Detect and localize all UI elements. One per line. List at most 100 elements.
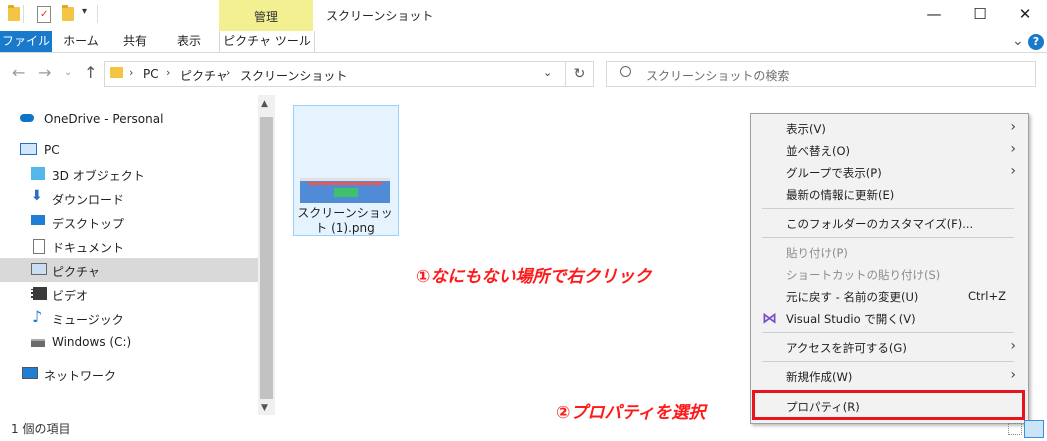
menu-separator xyxy=(762,361,1014,362)
large-icons-view-icon[interactable] xyxy=(1024,420,1044,438)
menu-item-label: 新規作成(W) xyxy=(786,370,853,384)
menu-item-give-access[interactable]: アクセスを許可する(G) › xyxy=(751,336,1026,358)
download-icon: ⬇ xyxy=(31,188,43,204)
menu-item-label: ショートカットの貼り付け(S) xyxy=(786,268,941,282)
nav-item-label: ビデオ xyxy=(52,289,89,303)
menu-item-label: 最新の情報に更新(E) xyxy=(786,188,895,202)
menu-item-paste: 貼り付け(P) xyxy=(751,241,1026,263)
cube-icon xyxy=(31,167,45,180)
minimize-icon: — xyxy=(926,5,942,23)
tab-file[interactable]: ファイル xyxy=(0,31,52,52)
nav-item-downloads[interactable]: ⬇ ダウンロード xyxy=(0,186,258,210)
menu-item-sort[interactable]: 並べ替え(O) › xyxy=(751,139,1026,161)
menu-item-group[interactable]: グループで表示(P) › xyxy=(751,161,1026,183)
nav-item-label: ネットワーク xyxy=(44,369,117,383)
menu-item-shortcut: Ctrl+Z xyxy=(968,289,1006,303)
maximize-button[interactable]: ☐ xyxy=(957,0,1003,31)
address-dropdown-button[interactable]: ⌄ xyxy=(543,66,552,79)
tab-share[interactable]: 共有 xyxy=(110,31,160,52)
folder-icon xyxy=(110,67,123,78)
breadcrumb-screenshots[interactable]: スクリーンショット xyxy=(240,67,347,84)
desktop-icon xyxy=(31,215,45,225)
help-icon[interactable]: ? xyxy=(1028,34,1044,50)
annotation-step2: ②プロパティを選択 xyxy=(556,403,706,423)
divider xyxy=(97,5,98,23)
annotation-highlight-box xyxy=(752,390,1025,420)
nav-item-label: デスクトップ xyxy=(52,217,125,231)
menu-item-paste-shortcut: ショートカットの貼り付け(S) xyxy=(751,263,1026,285)
close-button[interactable]: ✕ xyxy=(1003,0,1047,31)
scrollbar-thumb[interactable] xyxy=(260,117,273,399)
properties-icon[interactable]: ✓ xyxy=(37,6,51,23)
menu-item-view[interactable]: 表示(V) › xyxy=(751,117,1026,139)
menu-item-undo-rename[interactable]: 元に戻す - 名前の変更(U) Ctrl+Z xyxy=(751,285,1026,307)
breadcrumb-pictures[interactable]: ピクチャ xyxy=(180,67,228,84)
nav-item-label: ダウンロード xyxy=(52,193,125,207)
back-button[interactable]: ← xyxy=(12,63,25,82)
scroll-down-arrow[interactable]: ▼ xyxy=(261,403,268,413)
menu-item-label: 元に戻す - 名前の変更(U) xyxy=(786,290,919,304)
picture-icon xyxy=(31,263,47,275)
forward-button[interactable]: → xyxy=(38,63,51,82)
nav-item-onedrive[interactable]: OneDrive - Personal xyxy=(0,107,258,131)
up-button[interactable]: ↑ xyxy=(84,63,97,82)
menu-separator xyxy=(762,208,1014,209)
nav-item-pictures[interactable]: ピクチャ xyxy=(0,258,258,282)
details-view-icon[interactable] xyxy=(1008,423,1022,435)
status-item-count: 1 個の項目 xyxy=(11,422,71,436)
nav-item-videos[interactable]: ビデオ xyxy=(0,282,258,306)
chevron-right-icon: › xyxy=(1010,119,1016,135)
menu-separator xyxy=(762,237,1014,238)
nav-item-windows-drive[interactable]: Windows (C:) xyxy=(0,330,258,354)
nav-item-network[interactable]: ネットワーク xyxy=(0,362,258,386)
context-tab-label: 管理 xyxy=(253,10,278,24)
drive-icon xyxy=(31,339,45,347)
menu-item-new[interactable]: 新規作成(W) › xyxy=(751,365,1026,387)
chevron-right-icon: › xyxy=(226,66,231,79)
cloud-icon xyxy=(20,114,34,122)
menu-item-open-visual-studio[interactable]: ⋈ Visual Studio で開く(V) xyxy=(751,307,1026,329)
menu-item-label: このフォルダーのカスタマイズ(F)... xyxy=(786,217,974,231)
nav-item-music[interactable]: ♪ ミュージック xyxy=(0,306,258,330)
minimize-button[interactable]: — xyxy=(911,0,957,31)
nav-item-desktop[interactable]: デスクトップ xyxy=(0,210,258,234)
network-icon xyxy=(22,367,38,379)
search-icon xyxy=(620,66,631,77)
breadcrumb-pc[interactable]: PC xyxy=(143,67,159,81)
nav-item-label: ドキュメント xyxy=(52,241,125,255)
title-bar xyxy=(0,0,1047,31)
tab-view[interactable]: 表示 xyxy=(164,31,214,52)
visual-studio-icon: ⋈ xyxy=(762,309,777,327)
scroll-up-arrow[interactable]: ▲ xyxy=(261,99,268,109)
music-icon: ♪ xyxy=(32,307,43,326)
file-name: スクリーンショット (1).png xyxy=(297,206,393,235)
video-icon xyxy=(31,287,47,300)
refresh-button[interactable]: ↻ xyxy=(565,61,594,87)
refresh-icon: ↻ xyxy=(573,66,586,82)
menu-item-customize-folder[interactable]: このフォルダーのカスタマイズ(F)... xyxy=(751,212,1026,234)
nav-item-label: ミュージック xyxy=(52,313,124,327)
nav-item-label: ピクチャ xyxy=(52,265,100,279)
nav-item-pc[interactable]: PC xyxy=(0,138,258,162)
customize-toolbar-icon[interactable]: ▾ xyxy=(82,6,87,17)
divider xyxy=(23,5,24,23)
menu-item-refresh[interactable]: 最新の情報に更新(E) xyxy=(751,183,1026,205)
chevron-right-icon: › xyxy=(166,66,171,79)
new-folder-icon[interactable] xyxy=(62,5,74,21)
search-placeholder: スクリーンショットの検索 xyxy=(646,69,790,83)
pc-icon xyxy=(20,143,37,155)
nav-item-documents[interactable]: ドキュメント xyxy=(0,234,258,258)
nav-item-label: PC xyxy=(44,143,60,157)
ribbon-expand-button[interactable]: ⌄ xyxy=(1012,33,1024,49)
nav-item-label: 3D オブジェクト xyxy=(52,169,145,183)
folder-icon xyxy=(8,5,20,21)
chevron-right-icon: › xyxy=(1010,367,1016,383)
nav-item-3d-objects[interactable]: 3D オブジェクト xyxy=(0,162,258,186)
recent-locations-button[interactable]: ⌄ xyxy=(64,67,72,78)
annotation-step1: ①なにもない場所で右クリック xyxy=(416,267,652,287)
menu-item-label: 表示(V) xyxy=(786,122,826,136)
tab-home[interactable]: ホーム xyxy=(56,31,106,52)
menu-item-label: 貼り付け(P) xyxy=(786,246,848,260)
window-title: スクリーンショット xyxy=(326,9,434,23)
tab-picture-tools[interactable]: ピクチャ ツール xyxy=(219,31,315,52)
